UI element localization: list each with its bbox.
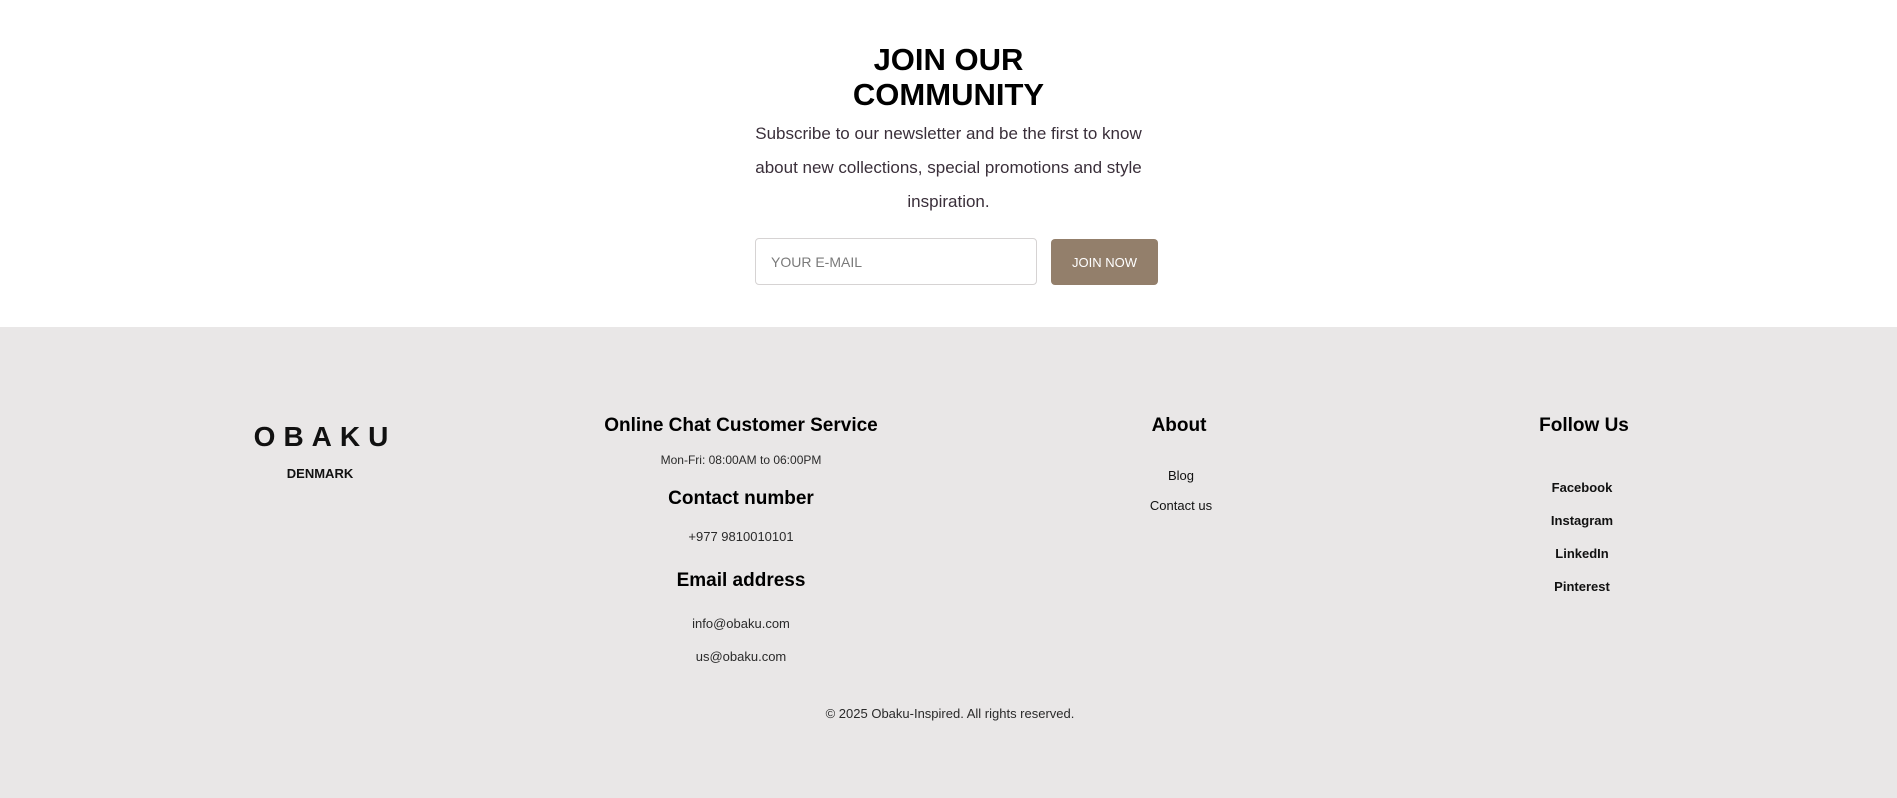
newsletter-description-line2: about new collections, special promotion… bbox=[755, 158, 1142, 177]
copyright-text: © 2025 Obaku-Inspired. All rights reserv… bbox=[825, 706, 1075, 721]
email-address-info: info@obaku.com bbox=[692, 616, 790, 631]
facebook-link[interactable]: Facebook bbox=[1552, 480, 1613, 495]
brand-subtitle: DENMARK bbox=[286, 466, 354, 481]
newsletter-description-line3: inspiration. bbox=[907, 192, 990, 211]
pinterest-link[interactable]: Pinterest bbox=[1554, 579, 1610, 594]
newsletter-title-line2: COMMUNITY bbox=[852, 77, 1045, 112]
follow-us-heading: Follow Us bbox=[1539, 415, 1629, 436]
site-footer: OBAKU DENMARK Online Chat Customer Servi… bbox=[0, 327, 1897, 798]
blog-link[interactable]: Blog bbox=[1168, 468, 1194, 483]
email-address-us: us@obaku.com bbox=[695, 649, 787, 664]
phone-number: +977 9810010101 bbox=[688, 529, 794, 544]
linkedin-link[interactable]: LinkedIn bbox=[1555, 546, 1608, 561]
join-now-button[interactable]: JOIN NOW bbox=[1051, 239, 1158, 285]
newsletter-description-line1: Subscribe to our newsletter and be the f… bbox=[755, 124, 1142, 143]
email-address-heading: Email address bbox=[676, 570, 806, 591]
newsletter-title-line1: JOIN OUR bbox=[873, 42, 1024, 77]
email-input[interactable] bbox=[755, 238, 1037, 285]
contact-number-heading: Contact number bbox=[668, 488, 814, 509]
chat-service-heading: Online Chat Customer Service bbox=[604, 415, 878, 436]
brand-logo[interactable]: OBAKU bbox=[246, 421, 397, 453]
instagram-link[interactable]: Instagram bbox=[1551, 513, 1613, 528]
contact-us-link[interactable]: Contact us bbox=[1150, 498, 1212, 513]
newsletter-section: JOIN OUR COMMUNITY Subscribe to our news… bbox=[0, 0, 1897, 327]
about-heading: About bbox=[1151, 415, 1207, 436]
service-hours: Mon-Fri: 08:00AM to 06:00PM bbox=[660, 453, 822, 467]
